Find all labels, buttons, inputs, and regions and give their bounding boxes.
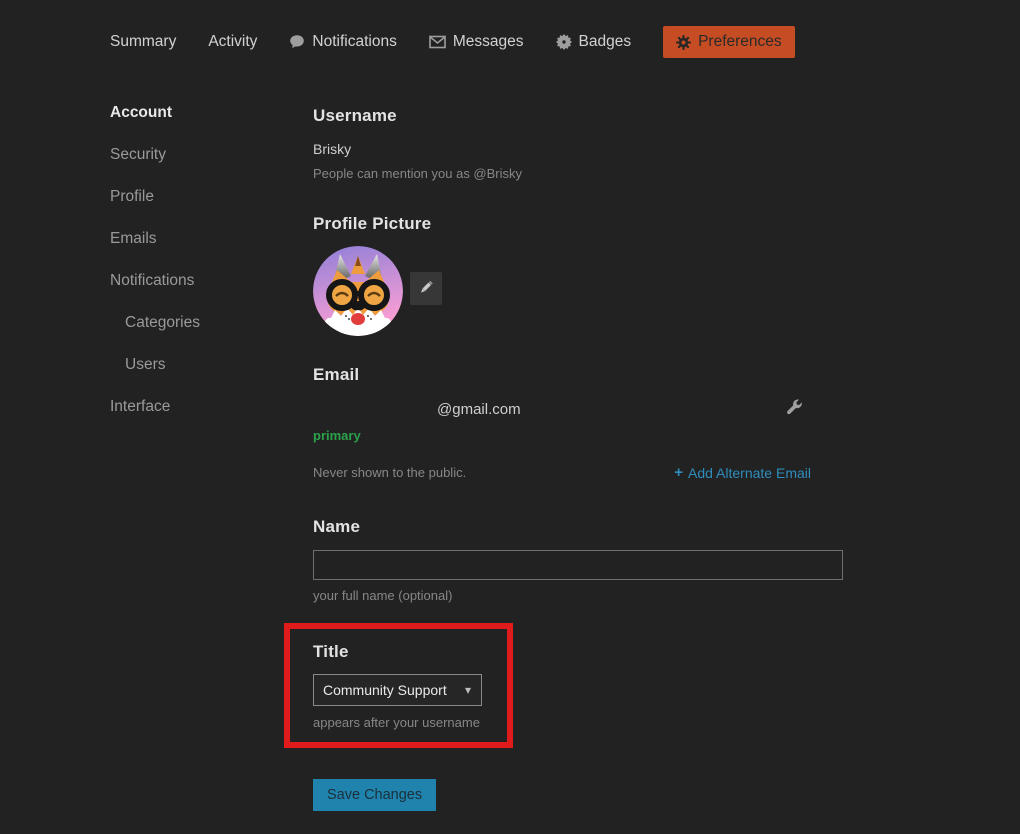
username-section: Username Brisky People can mention you a… (313, 106, 843, 181)
name-heading: Name (313, 517, 843, 537)
speech-bubble-icon (289, 34, 305, 50)
edit-avatar-button[interactable] (410, 272, 442, 305)
gear-icon (676, 35, 691, 50)
tab-summary-label: Summary (110, 33, 176, 51)
chevron-down-icon: ▾ (465, 683, 471, 697)
title-dropdown[interactable]: Community Support ▾ (313, 674, 482, 706)
tab-badges-label: Badges (579, 33, 632, 51)
sidebar-item-notifications[interactable]: Notifications (110, 272, 290, 290)
email-section: Email @gmail.com primary Never shown to … (313, 365, 843, 481)
name-help: your full name (optional) (313, 588, 843, 603)
manage-email-button[interactable] (786, 399, 803, 419)
email-help: Never shown to the public. (313, 465, 466, 480)
full-name-input[interactable] (313, 550, 843, 580)
envelope-icon (429, 35, 446, 49)
avatar[interactable] (313, 246, 403, 336)
add-alternate-email-link[interactable]: + Add Alternate Email (674, 464, 811, 481)
preferences-sidebar: Account Security Profile Emails Notifica… (110, 104, 290, 440)
tab-preferences[interactable]: Preferences (663, 26, 795, 58)
plus-icon: + (674, 464, 683, 481)
username-value: Brisky (313, 141, 843, 157)
annotation-highlight-box: Title Community Support ▾ appears after … (284, 623, 513, 748)
username-heading: Username (313, 106, 843, 126)
email-value: @gmail.com (313, 401, 521, 418)
primary-email-badge: primary (313, 428, 843, 443)
account-settings-panel: Username Brisky People can mention you a… (313, 100, 843, 811)
tab-activity-label: Activity (208, 33, 257, 51)
wrench-icon (786, 404, 803, 419)
tab-notifications-label: Notifications (312, 33, 396, 51)
sidebar-item-emails[interactable]: Emails (110, 230, 290, 248)
tab-notifications[interactable]: Notifications (289, 33, 396, 51)
tab-summary[interactable]: Summary (110, 33, 176, 51)
sidebar-item-interface[interactable]: Interface (110, 398, 290, 416)
user-nav-tabs: Summary Activity Notifications Messages (110, 26, 795, 58)
email-heading: Email (313, 365, 843, 385)
username-help: People can mention you as @Brisky (313, 166, 843, 181)
sidebar-item-users[interactable]: Users (110, 356, 290, 374)
title-heading: Title (313, 642, 507, 662)
title-dropdown-value: Community Support (323, 682, 447, 698)
sidebar-item-security[interactable]: Security (110, 146, 290, 164)
sidebar-item-account[interactable]: Account (110, 104, 290, 122)
title-help: appears after your username (313, 715, 507, 730)
profile-picture-section: Profile Picture (313, 214, 843, 336)
title-section: Title Community Support ▾ appears after … (313, 642, 507, 730)
tab-preferences-label: Preferences (698, 33, 782, 51)
sidebar-item-profile[interactable]: Profile (110, 188, 290, 206)
profile-picture-heading: Profile Picture (313, 214, 843, 234)
preferences-page: Summary Activity Notifications Messages (0, 0, 1020, 834)
tab-messages-label: Messages (453, 33, 524, 51)
badge-seal-icon (556, 34, 572, 50)
tab-messages[interactable]: Messages (429, 33, 524, 51)
save-changes-button[interactable]: Save Changes (313, 779, 436, 811)
tab-badges[interactable]: Badges (556, 33, 632, 51)
tab-activity[interactable]: Activity (208, 33, 257, 51)
sidebar-item-categories[interactable]: Categories (110, 314, 290, 332)
add-alternate-email-label: Add Alternate Email (688, 465, 811, 481)
name-section: Name your full name (optional) (313, 517, 843, 603)
pencil-icon (418, 279, 434, 298)
